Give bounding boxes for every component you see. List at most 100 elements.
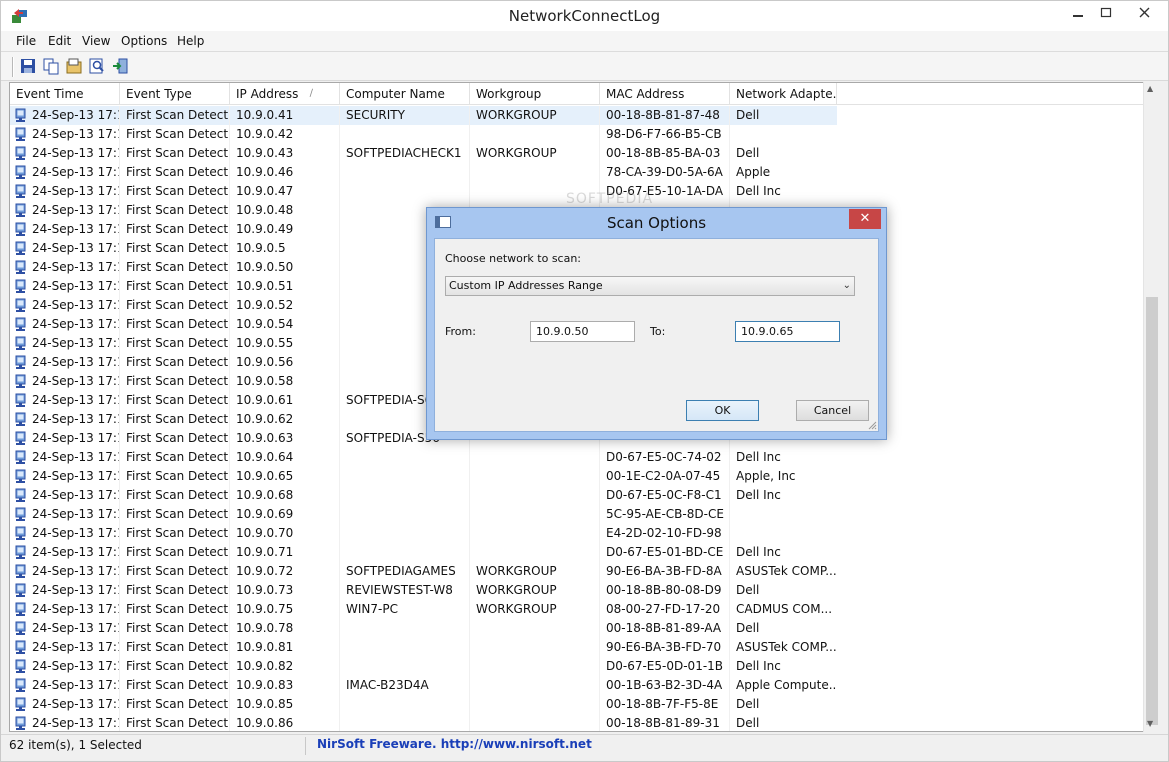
table-row[interactable]: 24-Sep-13 17:1... First Scan Detect... 10.… — [10, 486, 1145, 505]
table-row[interactable]: 24-Sep-13 17:1... First Scan Detect... 10.… — [10, 543, 1145, 562]
cell-mac-address: 00-18-8B-81-89-31 — [606, 716, 720, 730]
column-header-event-time[interactable]: Event Time — [10, 83, 120, 105]
menu-help[interactable]: Help — [177, 34, 204, 48]
cell-event-time: 24-Sep-13 17:1... — [32, 450, 120, 464]
cell-workgroup — [470, 505, 600, 524]
grid-line — [119, 676, 120, 695]
column-header-workgroup[interactable]: Workgroup — [470, 83, 600, 105]
grid-line — [229, 524, 230, 543]
cell-mac-address: 90-E6-BA-3B-FD-70 — [606, 640, 722, 654]
to-ip-input[interactable]: 10.9.0.65 — [735, 321, 840, 342]
table-row[interactable]: 24-Sep-13 17:1... First Scan Detect... 10.… — [10, 163, 1145, 182]
table-row[interactable]: 24-Sep-13 17:1... First Scan Detect... 10.… — [10, 505, 1145, 524]
table-row[interactable]: 24-Sep-13 17:1... First Scan Detect... 10.… — [10, 676, 1145, 695]
find-icon[interactable] — [88, 57, 106, 75]
table-row[interactable]: 24-Sep-13 17:1... First Scan Detect... 10.… — [10, 657, 1145, 676]
table-row[interactable]: 24-Sep-13 17:1... First Scan Detect... 10.… — [10, 600, 1145, 619]
cell-event-type: First Scan Detect... — [126, 545, 230, 559]
grid-line — [229, 581, 230, 600]
grid-line — [729, 106, 730, 125]
vertical-scrollbar[interactable]: ▲ ▼ — [1143, 82, 1160, 732]
grid-line — [599, 144, 600, 163]
table-row[interactable]: 24-Sep-13 17:1... First Scan Detect... 10.… — [10, 619, 1145, 638]
table-row[interactable]: 24-Sep-13 17:1... First Scan Detect... 10.… — [10, 695, 1145, 714]
toolbar — [1, 52, 1168, 81]
cell-ip-address: 10.9.0.46 — [236, 165, 294, 179]
grid-line — [229, 695, 230, 714]
cell-ip-address: 10.9.0.83 — [236, 678, 294, 692]
grid-line — [229, 239, 230, 258]
grid-line — [729, 486, 730, 505]
network-select[interactable]: Custom IP Addresses Range ⌄ — [445, 276, 855, 296]
grid-line — [119, 258, 120, 277]
menu-edit[interactable]: Edit — [48, 34, 71, 48]
cell-event-time: 24-Sep-13 17:1... — [32, 526, 120, 540]
table-row[interactable]: 24-Sep-13 17:1... First Scan Detect... 10.… — [10, 106, 1145, 125]
cell-event-time: 24-Sep-13 17:1... — [32, 488, 120, 502]
grid-line — [339, 543, 340, 562]
maximize-button[interactable] — [1091, 1, 1121, 27]
cell-ip-address: 10.9.0.42 — [236, 127, 294, 141]
grid-line — [469, 619, 470, 638]
grid-line — [229, 657, 230, 676]
cell-mac-address: 00-18-8B-80-08-D9 — [606, 583, 722, 597]
cancel-button[interactable]: Cancel — [796, 400, 869, 421]
table-row[interactable]: 24-Sep-13 17:1... First Scan Detect... 10.… — [10, 144, 1145, 163]
minimize-button[interactable] — [1063, 1, 1093, 27]
table-row[interactable]: 24-Sep-13 17:1... First Scan Detect... 10.… — [10, 448, 1145, 467]
column-header-ip-address[interactable]: IP Address ∕ — [230, 83, 340, 105]
cell-ip-address: 10.9.0.75 — [236, 602, 294, 616]
dialog-close-button[interactable]: ✕ — [849, 209, 881, 229]
cell-workgroup — [470, 524, 600, 543]
grid-line — [339, 334, 340, 353]
cell-ip-address: 10.9.0.71 — [236, 545, 294, 559]
copy-icon[interactable] — [42, 57, 60, 75]
close-button[interactable] — [1121, 1, 1168, 27]
cell-network-adapter: Dell Inc — [736, 488, 781, 502]
properties-icon[interactable] — [65, 57, 83, 75]
table-row[interactable]: 24-Sep-13 17:1... First Scan Detect... 10.… — [10, 524, 1145, 543]
save-icon[interactable] — [19, 57, 37, 75]
resize-grip-icon[interactable] — [867, 420, 877, 430]
grid-line — [339, 486, 340, 505]
cell-computer-name — [340, 657, 470, 676]
table-row[interactable]: 24-Sep-13 17:1... First Scan Detect... 10.… — [10, 467, 1145, 486]
scroll-up-icon[interactable]: ▲ — [1147, 84, 1153, 93]
column-header-event-type[interactable]: Event Type — [120, 83, 230, 105]
ok-button[interactable]: OK — [686, 400, 759, 421]
cell-mac-address: D0-67-E5-01-BD-CE — [606, 545, 724, 559]
grid-line — [119, 505, 120, 524]
column-header-mac-address[interactable]: MAC Address — [600, 83, 730, 105]
grid-line — [469, 505, 470, 524]
scroll-down-icon[interactable]: ▼ — [1147, 719, 1153, 728]
grid-line — [599, 467, 600, 486]
table-row[interactable]: 24-Sep-13 17:1... First Scan Detect... 10.… — [10, 562, 1145, 581]
column-header-network-adapter[interactable]: Network Adapte... — [730, 83, 837, 105]
menu-options[interactable]: Options — [121, 34, 167, 48]
grid-line — [339, 410, 340, 429]
grid-line — [229, 676, 230, 695]
grid-line — [119, 125, 120, 144]
table-row[interactable]: 24-Sep-13 17:1... First Scan Detect... 10.… — [10, 714, 1145, 731]
cell-event-time: 24-Sep-13 17:1... — [32, 393, 120, 407]
grid-line — [119, 239, 120, 258]
cell-ip-address: 10.9.0.58 — [236, 374, 294, 388]
menu-file[interactable]: File — [16, 34, 36, 48]
column-header-computer-name[interactable]: Computer Name — [340, 83, 470, 105]
cell-event-time: 24-Sep-13 17:1... — [32, 716, 120, 730]
from-ip-input[interactable]: 10.9.0.50 — [530, 321, 635, 342]
scrollbar-thumb[interactable] — [1146, 297, 1158, 725]
cell-event-time: 24-Sep-13 17:1... — [32, 203, 120, 217]
cell-workgroup — [470, 467, 600, 486]
table-row[interactable]: 24-Sep-13 17:1... First Scan Detect... 10.… — [10, 638, 1145, 657]
cell-computer-name — [340, 182, 470, 201]
grid-line — [229, 201, 230, 220]
exit-icon[interactable] — [111, 57, 129, 75]
table-row[interactable]: 24-Sep-13 17:1... First Scan Detect... 10.… — [10, 125, 1145, 144]
grid-line — [119, 524, 120, 543]
table-row[interactable]: 24-Sep-13 17:1... First Scan Detect... 10.… — [10, 581, 1145, 600]
cell-network-adapter: Dell — [736, 716, 760, 730]
nirsoft-link[interactable]: NirSoft Freeware. http://www.nirsoft.net — [317, 737, 592, 751]
menu-view[interactable]: View — [82, 34, 110, 48]
cell-computer-name — [340, 448, 470, 467]
